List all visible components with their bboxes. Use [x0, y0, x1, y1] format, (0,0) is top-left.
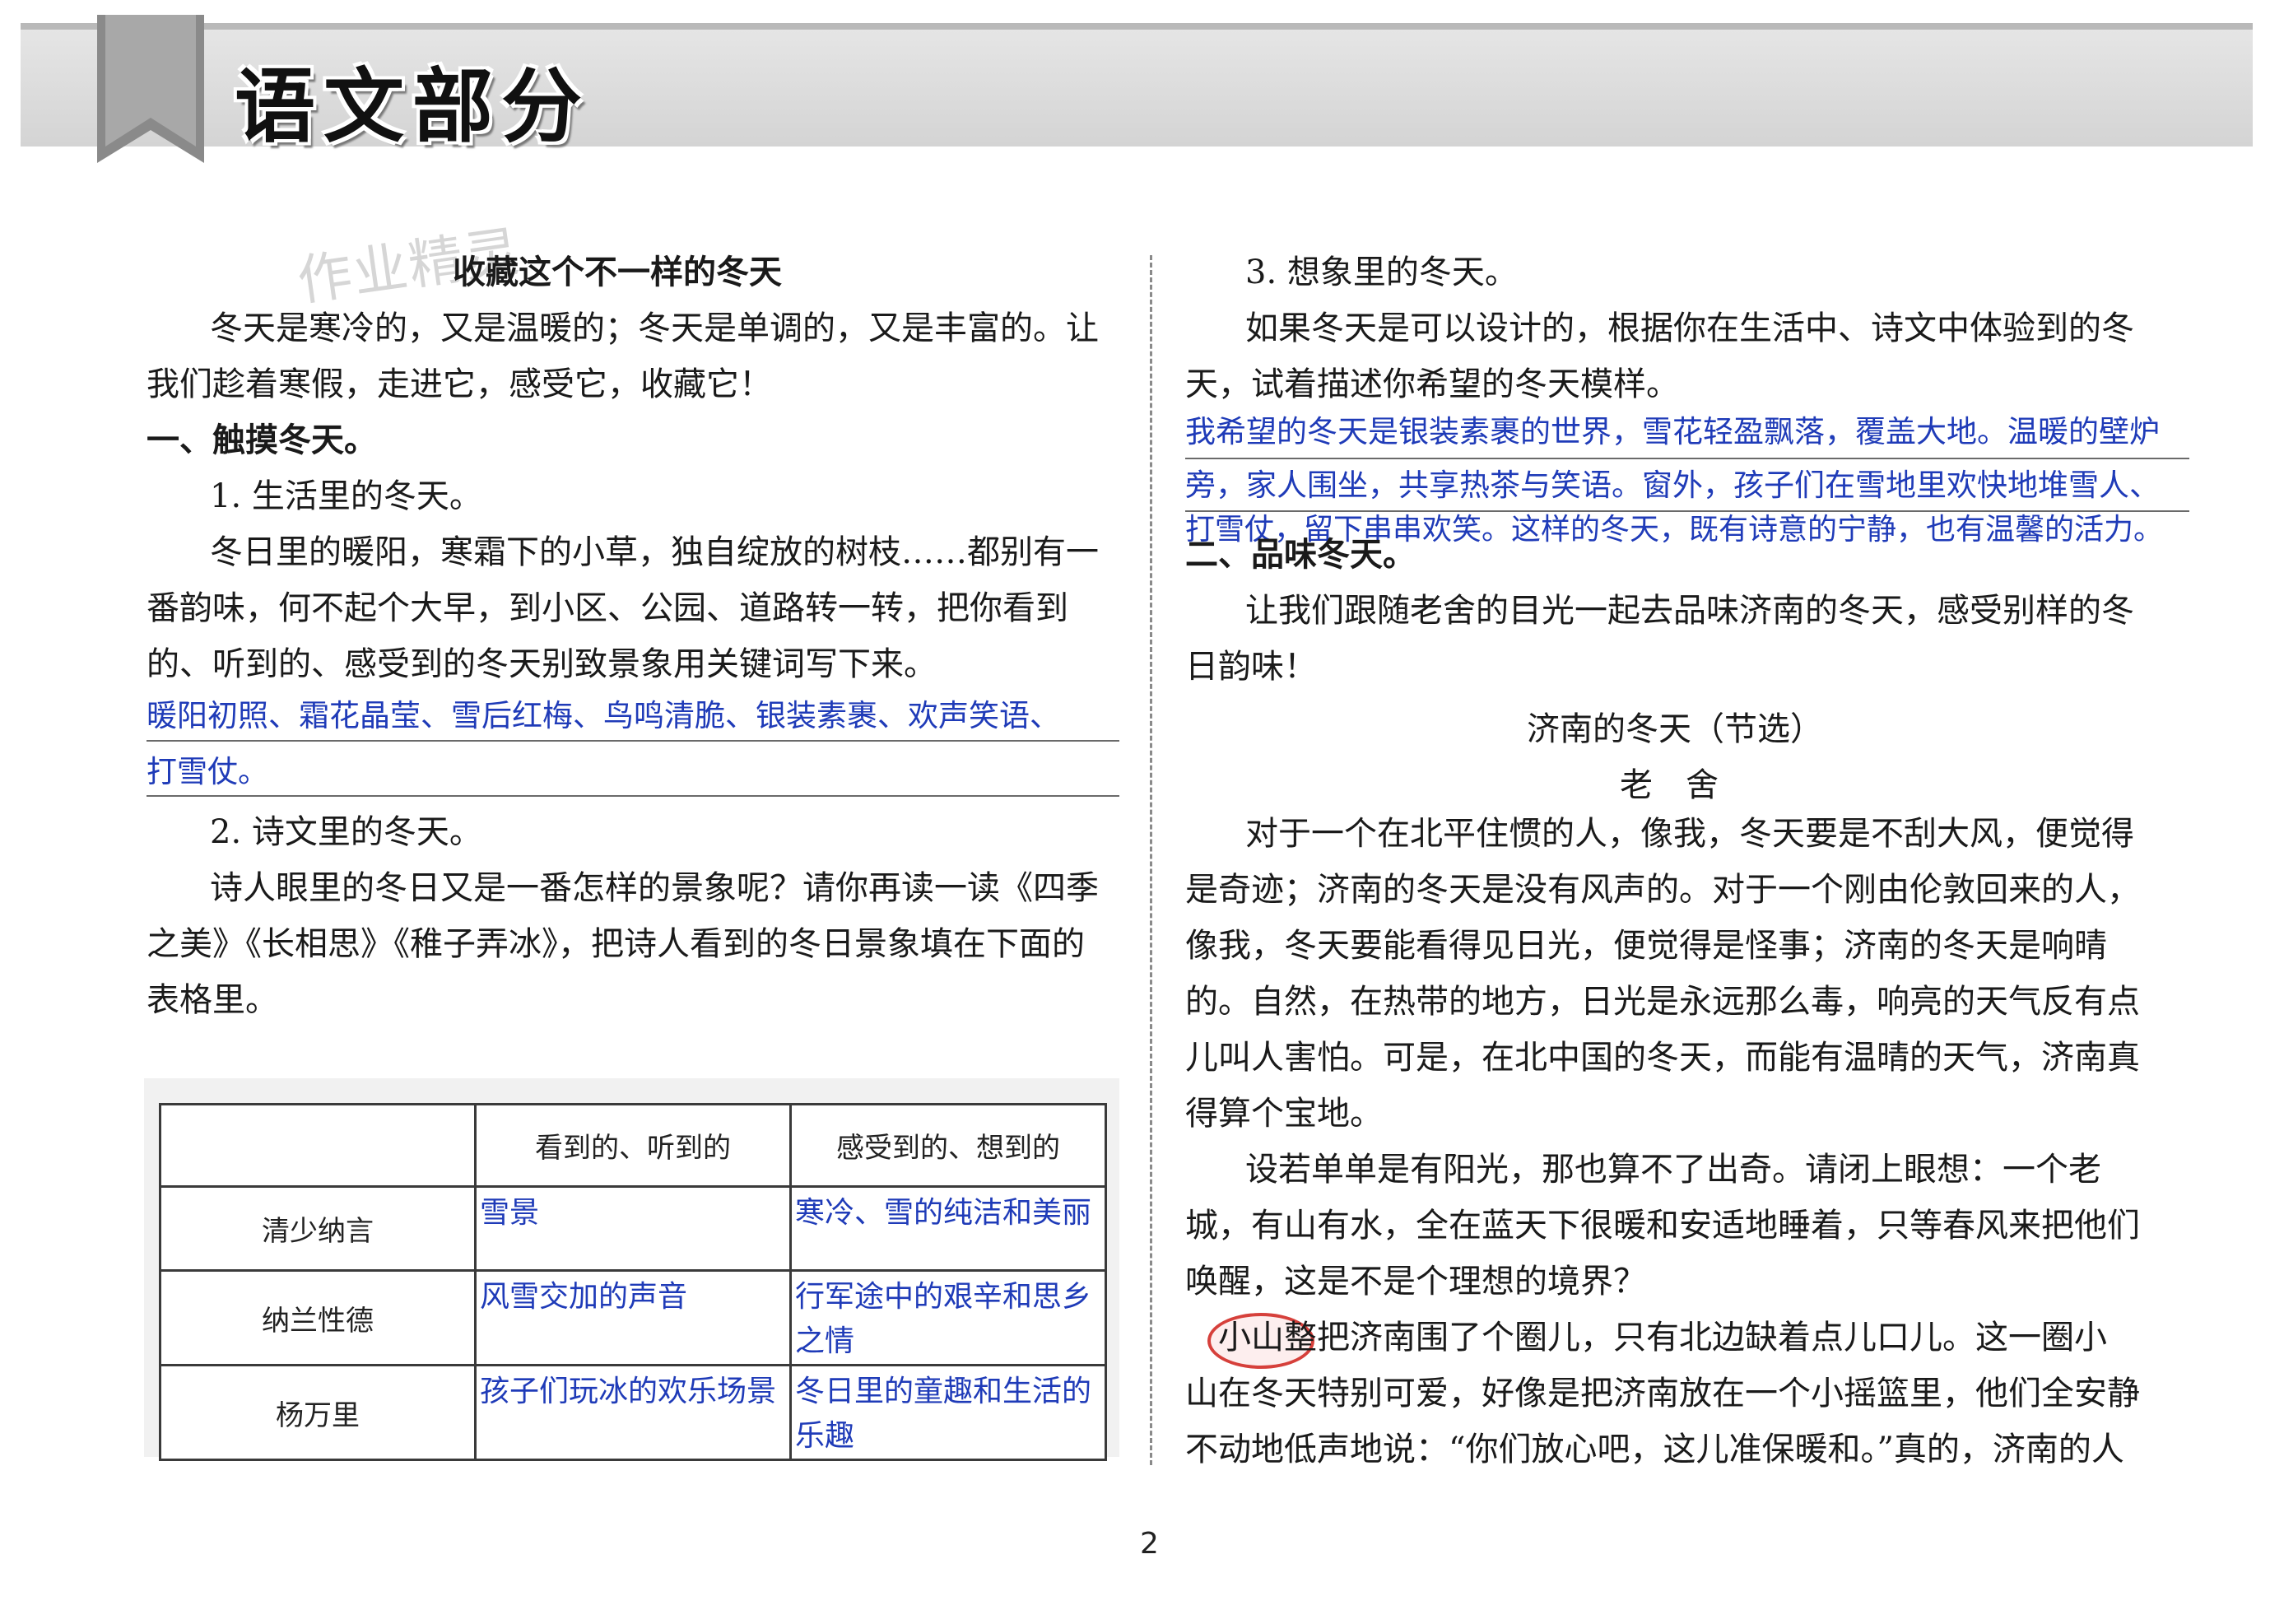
answer-rule: [1185, 458, 2189, 459]
bookmark-ribbon-icon: [97, 15, 204, 163]
question-text: 的、听到的、感受到的冬天别致景象用关键词写下来。: [147, 645, 937, 683]
seen-answer: 风雪交加的声音: [474, 1269, 792, 1366]
answer-text: 我希望的冬天是银装素裹的世界，雪花轻盈飘落，覆盖大地。温暖的壁炉: [1185, 414, 2160, 449]
section-heading: 一、触摸冬天。: [147, 421, 377, 459]
felt-answer: 冬日里的童趣和生活的乐趣: [789, 1364, 1107, 1461]
essay-line: 城，有山有水，全在蓝天下很暖和安适地睡着，只等春风来把他们: [1185, 1207, 2140, 1245]
essay-title: 济南的冬天（节选）: [1527, 710, 1823, 748]
question-text: 天，试着描述你希望的冬天模样。: [1185, 365, 1679, 403]
answer-rule: [147, 795, 1119, 797]
table-header-cell: 看到的、听到的: [474, 1103, 792, 1188]
essay-line: 小山整把济南围了个圈儿，只有北边缺着点儿口儿。这一圈小: [1218, 1319, 2107, 1356]
question-text: 如果冬天是可以设计的，根据你在生活中、诗文中体验到的冬: [1245, 309, 2134, 347]
essay-line: 唤醒，这是不是个理想的境界？: [1185, 1263, 1646, 1301]
table-row: 清少纳言 雪景 寒冷、雪的纯洁和美丽: [159, 1185, 1107, 1272]
essay-line: 不动地低声地说：“你们放心吧，这儿准保暖和。”真的，济南的人: [1185, 1431, 2124, 1468]
poem-table: 看到的、听到的 感受到的、想到的 清少纳言 雪景 寒冷、雪的纯洁和美丽 纳兰性德…: [159, 1103, 1107, 1461]
essay-line: 是奇迹；济南的冬天是没有风声的。对于一个刚由伦敦回来的人，: [1185, 871, 2140, 909]
table-header-cell: [159, 1103, 477, 1188]
question-title: 3. 想象里的冬天。: [1245, 254, 1518, 291]
section-text: 日韵味！: [1185, 648, 1317, 686]
question-text: 诗人眼里的冬日又是一番怎样的景象呢？请你再读一读《四季: [210, 869, 1099, 907]
essay-line: 的。自然，在热带的地方，日光是永远那么毒，响亮的天气反有点: [1185, 983, 2140, 1021]
poet-name: 杨万里: [159, 1364, 477, 1461]
essay-line: 儿叫人害怕。可是，在北中国的冬天，而能有温晴的天气，济南真: [1185, 1039, 2140, 1077]
intro-line: 我们趁着寒假，走进它，感受它，收藏它！: [147, 365, 772, 403]
section-title: 语文部分: [235, 60, 591, 154]
felt-answer: 行军途中的艰辛和思乡之情: [789, 1269, 1107, 1366]
essay-line: 设若单单是有阳光，那也算不了出奇。请闭上眼想：一个老: [1245, 1151, 2101, 1189]
essay-line: 山在冬天特别可爱，好像是把济南放在一个小摇篮里，他们全安静: [1185, 1375, 2140, 1412]
table-row: 纳兰性德 风雪交加的声音 行军途中的艰辛和思乡之情: [159, 1269, 1107, 1366]
answer-rule: [147, 740, 1119, 742]
question-text: 冬日里的暖阳，寒霜下的小草，独自绽放的树枝……都别有一: [210, 533, 1099, 571]
section-heading: 二、品味冬天。: [1185, 536, 1416, 574]
question-title: 1. 生活里的冬天。: [210, 477, 482, 515]
question-text: 之美》《长相思》《稚子弄冰》，把诗人看到的冬日景象填在下面的: [147, 925, 1085, 963]
poet-name: 纳兰性德: [159, 1269, 477, 1366]
essay-line: 得算个宝地。: [1185, 1095, 1383, 1133]
felt-answer: 寒冷、雪的纯洁和美丽: [789, 1185, 1107, 1272]
essay-author: 老 舍: [1620, 766, 1719, 804]
essay-line: 对于一个在北平住惯的人，像我，冬天要是不刮大风，便觉得: [1245, 815, 2134, 853]
seen-answer: 孩子们玩冰的欢乐场景: [474, 1364, 792, 1461]
page-number: 2: [1140, 1527, 1159, 1561]
column-divider: [1150, 255, 1152, 1465]
question-text: 表格里。: [147, 981, 278, 1019]
question-title: 2. 诗文里的冬天。: [210, 813, 482, 851]
answer-text: 旁，家人围坐，共享热茶与笑语。窗外，孩子们在雪地里欢快地堆雪人、: [1185, 468, 2160, 503]
essay-line: 像我，冬天要能看得见日光，便觉得是怪事；济南的冬天是响晴: [1185, 927, 2107, 965]
section-text: 让我们跟随老舍的目光一起去品味济南的冬天，感受别样的冬: [1245, 592, 2134, 630]
table-row: 杨万里 孩子们玩冰的欢乐场景 冬日里的童趣和生活的乐趣: [159, 1364, 1107, 1461]
answer-text: 暖阳初照、霜花晶莹、雪后红梅、鸟鸣清脆、银装素裹、欢声笑语、: [147, 698, 1060, 733]
answer-text: 打雪仗。: [147, 754, 268, 789]
poet-name: 清少纳言: [159, 1185, 477, 1272]
header-rule: [21, 23, 2253, 30]
question-text: 番韵味，何不起个大早，到小区、公园、道路转一转，把你看到: [147, 589, 1068, 627]
intro-line: 冬天是寒冷的，又是温暖的；冬天是单调的，又是丰富的。让: [210, 309, 1099, 347]
table-header-cell: 感受到的、想到的: [789, 1103, 1107, 1188]
seen-answer: 雪景: [474, 1185, 792, 1272]
article-title: 收藏这个不一样的冬天: [453, 254, 782, 291]
